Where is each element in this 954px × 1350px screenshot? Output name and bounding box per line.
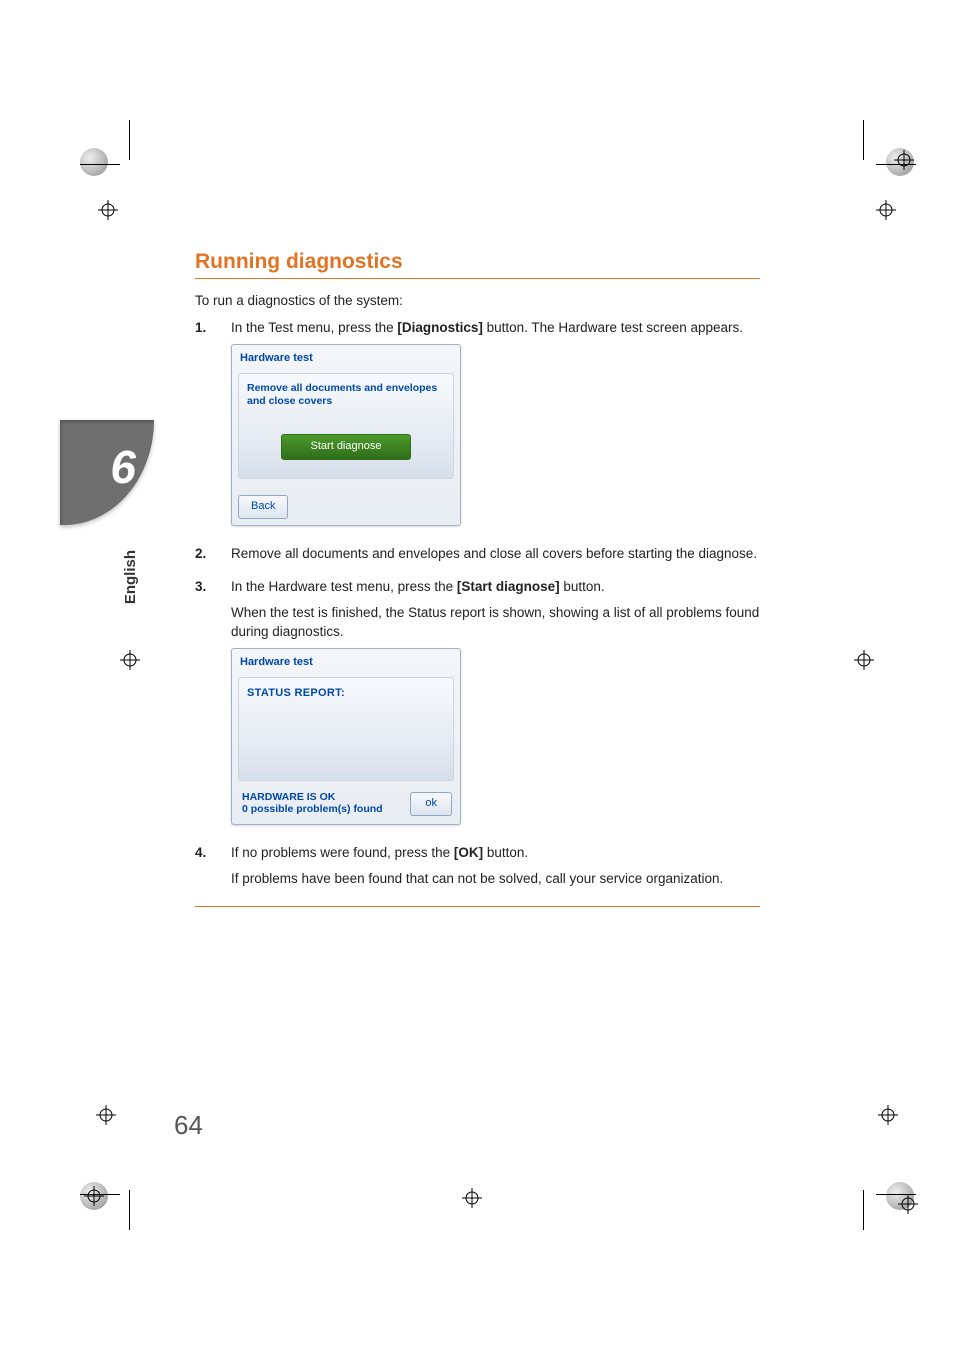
crop-guide — [863, 120, 864, 160]
registration-mark-icon — [96, 1105, 116, 1125]
screenshot-instruction: Remove all documents and envelopes and c… — [247, 382, 445, 408]
page-content: Running diagnostics To run a diagnostics… — [195, 250, 760, 907]
manual-page: 6 English Running diagnostics To run a d… — [0, 0, 954, 1350]
status-line: HARDWARE IS OK — [242, 791, 335, 803]
status-report-body — [247, 702, 445, 772]
status-report-label: STATUS REPORT: — [247, 686, 445, 702]
screenshot-panel: STATUS REPORT: — [238, 677, 454, 781]
registration-mark-icon — [894, 150, 914, 170]
instr-line: Remove all documents and envelopes — [247, 382, 437, 394]
step-text-after: button. The Hardware test screen appears… — [483, 320, 743, 335]
step-text: In the Test menu, press the [Diagnostics… — [231, 318, 760, 338]
step-number: 2. — [195, 544, 213, 570]
step-text-line2: When the test is finished, the Status re… — [231, 603, 760, 642]
step-text-before: If no problems were found, press the — [231, 845, 454, 860]
crop-guide — [129, 120, 130, 160]
section-heading: Running diagnostics — [195, 250, 760, 279]
step-text-before: In the Test menu, press the — [231, 320, 397, 335]
registration-mark-icon — [854, 650, 874, 670]
step-text: In the Hardware test menu, press the [St… — [231, 577, 760, 597]
step-text-bold: [OK] — [454, 845, 483, 860]
section-end-rule — [195, 906, 760, 907]
registration-mark-icon — [98, 200, 118, 220]
hardware-test-screenshot-1: Hardware test Remove all documents and e… — [231, 344, 461, 526]
instr-line: and close covers — [247, 395, 332, 407]
back-button[interactable]: Back — [238, 495, 288, 519]
step-number: 3. — [195, 577, 213, 835]
step-item: 1. In the Test menu, press the [Diagnost… — [195, 318, 760, 536]
status-line: 0 possible problem(s) found — [242, 803, 383, 815]
step-text-line2: If problems have been found that can not… — [231, 869, 760, 889]
lead-paragraph: To run a diagnostics of the system: — [195, 293, 760, 308]
step-text-before: Remove all documents and envelopes and c… — [231, 546, 757, 561]
step-item: 4. If no problems were found, press the … — [195, 843, 760, 894]
step-number: 1. — [195, 318, 213, 536]
crop-guide — [863, 1190, 864, 1230]
hardware-test-screenshot-2: Hardware test STATUS REPORT: HARDWARE IS… — [231, 648, 461, 825]
step-text-bold: [Diagnostics] — [397, 320, 483, 335]
registration-mark-icon — [876, 200, 896, 220]
chapter-number: 6 — [110, 440, 136, 494]
crop-guide — [129, 1190, 130, 1230]
step-text: If no problems were found, press the [OK… — [231, 843, 760, 863]
crop-guide — [80, 164, 120, 165]
ok-button[interactable]: ok — [410, 792, 452, 816]
registration-mark-icon — [878, 1105, 898, 1125]
step-item: 2. Remove all documents and envelopes an… — [195, 544, 760, 570]
step-text-after: button. — [483, 845, 528, 860]
decorative-dot — [80, 148, 108, 176]
start-diagnose-button[interactable]: Start diagnose — [281, 434, 411, 460]
step-text-after: button. — [560, 579, 605, 594]
step-text-bold: [Start diagnose] — [457, 579, 560, 594]
registration-mark-icon — [80, 1190, 100, 1210]
screenshot-title: Hardware test — [232, 649, 460, 673]
step-text: Remove all documents and envelopes and c… — [231, 544, 760, 564]
screenshot-title: Hardware test — [232, 345, 460, 369]
registration-mark-icon — [462, 1188, 482, 1208]
steps-list: 1. In the Test menu, press the [Diagnost… — [195, 318, 760, 894]
chapter-tab: 6 English — [60, 420, 154, 620]
registration-mark-icon — [898, 1194, 918, 1214]
screenshot-footer: HARDWARE IS OK 0 possible problem(s) fou… — [232, 787, 460, 824]
language-label: English — [122, 550, 142, 604]
step-item: 3. In the Hardware test menu, press the … — [195, 577, 760, 835]
screenshot-footer: Back — [232, 485, 460, 525]
status-summary: HARDWARE IS OK 0 possible problem(s) fou… — [242, 791, 383, 816]
page-number: 64 — [174, 1110, 203, 1141]
registration-mark-icon — [120, 650, 140, 670]
chapter-tab-shape: 6 — [60, 420, 154, 525]
step-number: 4. — [195, 843, 213, 894]
screenshot-panel: Remove all documents and envelopes and c… — [238, 373, 454, 479]
step-text-before: In the Hardware test menu, press the — [231, 579, 457, 594]
